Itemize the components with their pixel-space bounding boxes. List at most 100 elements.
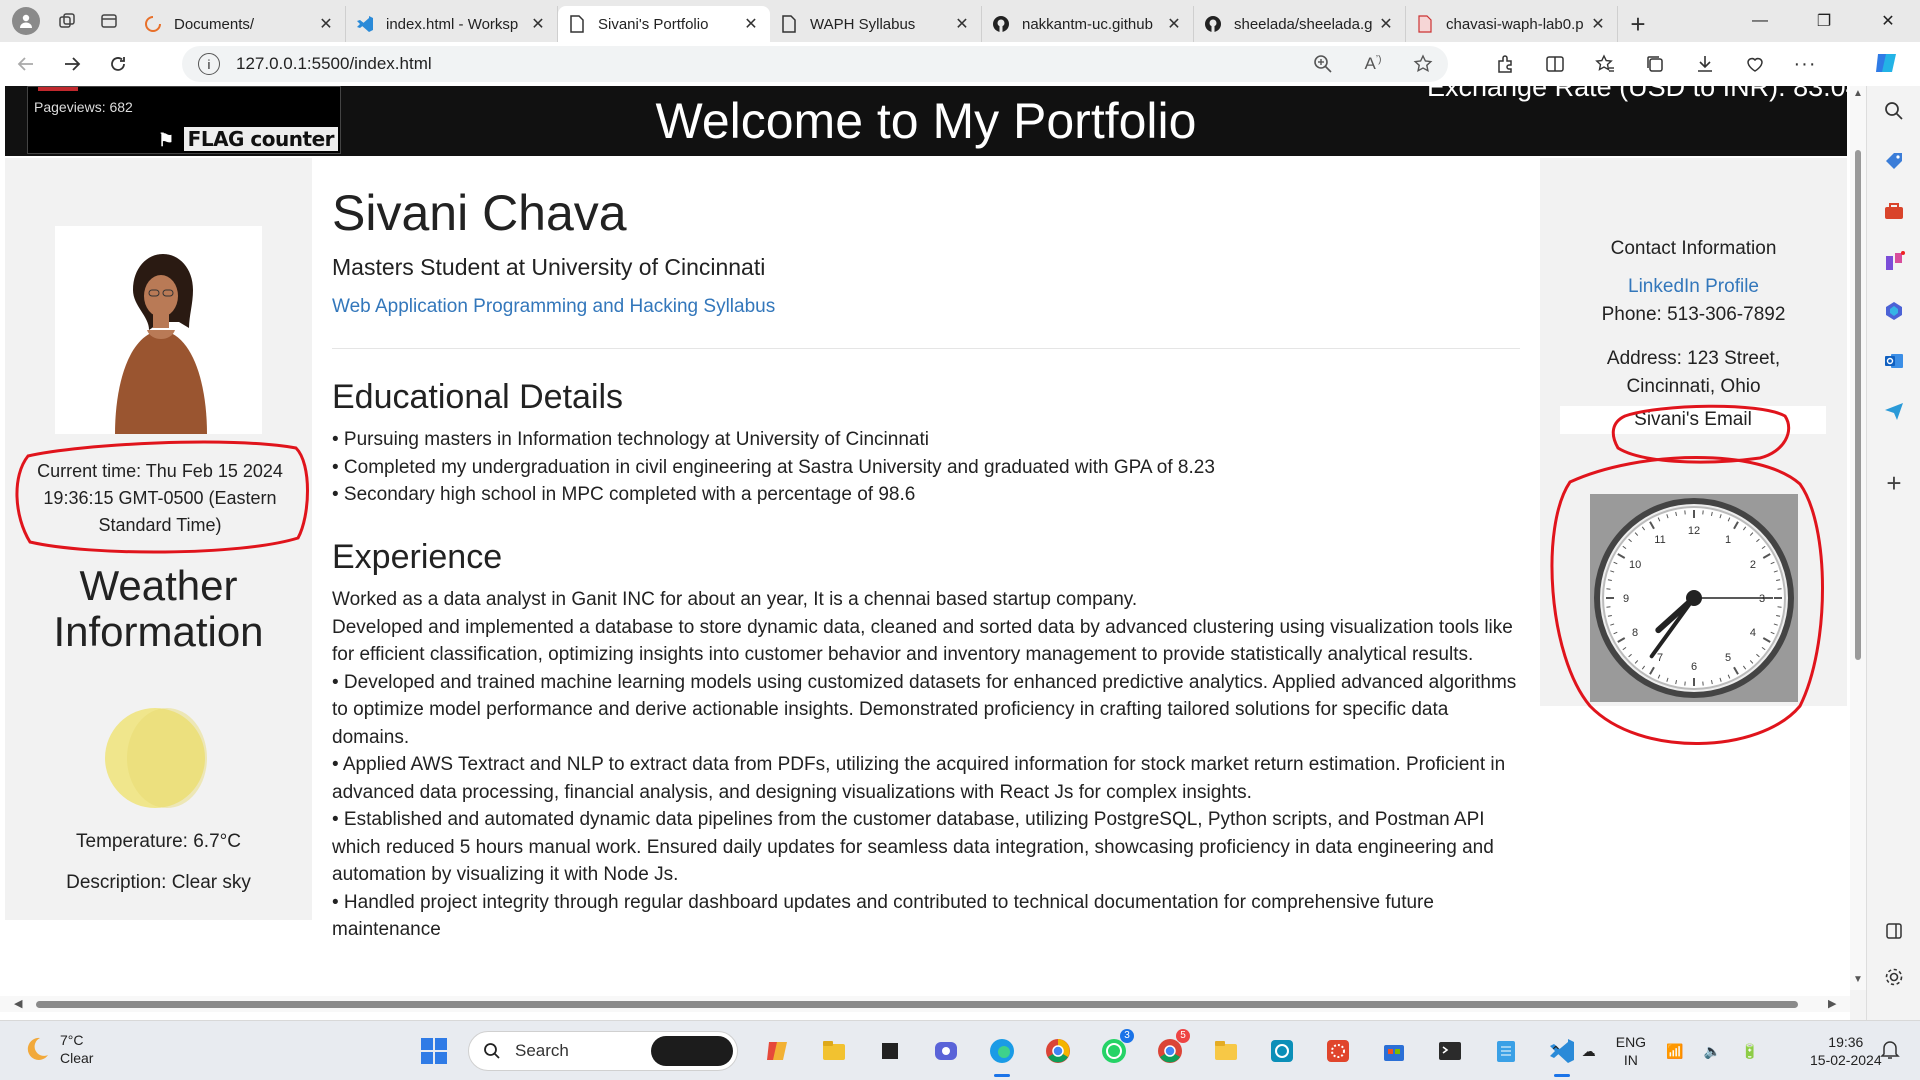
- url-bar[interactable]: i 127.0.0.1:5500/index.html Aʼ): [182, 46, 1448, 82]
- sidebar-toggle-icon[interactable]: [1867, 906, 1920, 956]
- back-button[interactable]: [6, 46, 46, 82]
- games-icon[interactable]: [1867, 236, 1920, 286]
- snipping-tool-app-icon[interactable]: [1310, 1029, 1366, 1073]
- info-icon[interactable]: i: [198, 53, 220, 75]
- close-icon[interactable]: ✕: [1165, 14, 1183, 34]
- tab-title: WAPH Syllabus: [810, 15, 916, 33]
- forward-button[interactable]: [52, 46, 92, 82]
- tab-portfolio[interactable]: Sivani's Portfolio ✕: [558, 6, 770, 42]
- teams-app-icon[interactable]: [918, 1029, 974, 1073]
- scroll-up-icon[interactable]: ▲: [1853, 88, 1863, 99]
- tab-actions-icon[interactable]: [94, 6, 124, 36]
- taskbar-clock[interactable]: 19:36 15-02-2024: [1810, 1033, 1882, 1069]
- scroll-thumb[interactable]: [1855, 150, 1861, 660]
- close-icon[interactable]: ✕: [317, 14, 335, 34]
- copilot-icon[interactable]: [1872, 48, 1904, 78]
- favorite-star-icon[interactable]: [1398, 54, 1448, 74]
- split-screen-icon[interactable]: [1530, 42, 1580, 86]
- close-icon[interactable]: ✕: [529, 14, 547, 34]
- linkedin-link[interactable]: LinkedIn Profile: [1540, 276, 1847, 298]
- read-aloud-icon[interactable]: Aʼ): [1348, 54, 1398, 74]
- email-link[interactable]: Sivani's Email: [1560, 406, 1826, 434]
- vertical-scrollbar[interactable]: ▲ ▼: [1850, 86, 1866, 990]
- edge-app-icon[interactable]: [974, 1029, 1030, 1077]
- chrome-app-icon[interactable]: [1030, 1029, 1086, 1073]
- experience-paragraph: • Developed and trained machine learning…: [332, 671, 1517, 748]
- profile-avatar[interactable]: [12, 7, 40, 35]
- scroll-down-icon[interactable]: ▼: [1853, 974, 1863, 985]
- taskbar-search[interactable]: Search: [468, 1031, 738, 1071]
- tab-github-1[interactable]: nakkantm-uc.github ✕: [982, 6, 1194, 42]
- notification-bell-icon[interactable]: [1880, 1039, 1900, 1066]
- copilot-app-icon[interactable]: [750, 1029, 806, 1073]
- start-button[interactable]: [420, 1037, 448, 1070]
- horizontal-scrollbar[interactable]: ◀ ▶: [0, 996, 1850, 1012]
- tab-title: Sivani's Portfolio: [598, 15, 709, 33]
- new-tab-button[interactable]: +: [1618, 6, 1658, 42]
- tab-vscode[interactable]: index.html - Worksp ✕: [346, 6, 558, 42]
- close-icon[interactable]: ✕: [742, 14, 760, 34]
- scroll-right-icon[interactable]: ▶: [1828, 997, 1836, 1010]
- add-icon[interactable]: +: [1867, 458, 1920, 508]
- tools-icon[interactable]: [1867, 186, 1920, 236]
- alexa-app-icon[interactable]: [1254, 1029, 1310, 1073]
- command-prompt-app-icon[interactable]: [1422, 1029, 1478, 1073]
- weather-title: Weather Information: [53, 562, 264, 655]
- whatsapp-app-icon[interactable]: 3: [1086, 1029, 1142, 1073]
- scroll-thumb[interactable]: [36, 1001, 1798, 1008]
- close-icon[interactable]: ✕: [1589, 14, 1607, 34]
- wifi-icon[interactable]: 📶: [1666, 1042, 1683, 1060]
- browser-essentials-icon[interactable]: [1730, 42, 1780, 86]
- send-icon[interactable]: [1867, 386, 1920, 436]
- collections-icon[interactable]: [1630, 42, 1680, 86]
- tab-syllabus[interactable]: WAPH Syllabus ✕: [770, 6, 982, 42]
- tab-pdf[interactable]: chavasi-waph-lab0.p ✕: [1406, 6, 1618, 42]
- subtitle: Masters Student at University of Cincinn…: [332, 254, 766, 280]
- windows-icon: [421, 1038, 447, 1064]
- chrome-profile-app-icon[interactable]: 5: [1142, 1029, 1198, 1073]
- list-item: • Completed my undergraduation in civil …: [332, 456, 1215, 478]
- clock-number: 11: [1654, 534, 1665, 546]
- terminal-app-icon[interactable]: [862, 1029, 918, 1073]
- onedrive-cloud-icon[interactable]: ☁: [1582, 1042, 1596, 1060]
- scroll-left-icon[interactable]: ◀: [14, 997, 22, 1010]
- zoom-icon[interactable]: [1298, 54, 1348, 74]
- chevron-up-icon[interactable]: ⌃: [1550, 1042, 1562, 1060]
- clock-number: 8: [1632, 627, 1638, 639]
- workspaces-icon[interactable]: [52, 6, 82, 36]
- refresh-button[interactable]: [98, 46, 138, 82]
- settings-gear-icon[interactable]: [1867, 952, 1920, 1002]
- language-indicator[interactable]: ENG IN: [1616, 1033, 1646, 1069]
- analog-clock: 12 1 2 3 4 5 6 7 8 9 10 11: [1590, 494, 1798, 702]
- phone-number: Phone: 513-306-7892: [1601, 304, 1786, 325]
- tab-github-2[interactable]: sheelada/sheelada.g ✕: [1194, 6, 1406, 42]
- file-explorer-app-icon[interactable]: [806, 1029, 862, 1073]
- store-app-icon[interactable]: [1366, 1029, 1422, 1073]
- tab-documents[interactable]: Documents/ ✕: [134, 6, 346, 42]
- downloads-icon[interactable]: [1680, 42, 1730, 86]
- clock-face-icon: 121234567891011: [1594, 498, 1794, 698]
- favorites-icon[interactable]: [1580, 42, 1630, 86]
- notification-badge: 3: [1120, 1029, 1134, 1043]
- shopping-tag-icon[interactable]: [1867, 136, 1920, 186]
- battery-icon[interactable]: 🔋: [1741, 1042, 1758, 1060]
- address: Address: 123 Street, Cincinnati, Ohio: [1606, 348, 1781, 397]
- restore-button[interactable]: ❐: [1792, 0, 1856, 42]
- extensions-icon[interactable]: [1480, 42, 1530, 86]
- folder-app-icon[interactable]: [1198, 1029, 1254, 1073]
- close-icon[interactable]: ✕: [1377, 14, 1395, 34]
- taskbar-weather[interactable]: 7°C Clear: [24, 1031, 93, 1067]
- more-menu-icon[interactable]: ···: [1780, 42, 1830, 86]
- minimize-button[interactable]: —: [1728, 0, 1792, 42]
- flag-counter-accent: [38, 87, 78, 91]
- microsoft-365-icon[interactable]: [1867, 286, 1920, 336]
- close-window-button[interactable]: ✕: [1856, 0, 1920, 42]
- notepad-app-icon[interactable]: [1478, 1029, 1534, 1073]
- site-header: Pageviews: 682 ⚑ FLAG counter Welcome to…: [5, 86, 1850, 156]
- search-icon[interactable]: [1867, 86, 1920, 136]
- clock-date: 15-02-2024: [1810, 1052, 1882, 1068]
- close-icon[interactable]: ✕: [953, 14, 971, 34]
- syllabus-link[interactable]: Web Application Programming and Hacking …: [332, 296, 775, 318]
- volume-icon[interactable]: 🔈: [1704, 1042, 1721, 1060]
- outlook-icon[interactable]: [1867, 336, 1920, 386]
